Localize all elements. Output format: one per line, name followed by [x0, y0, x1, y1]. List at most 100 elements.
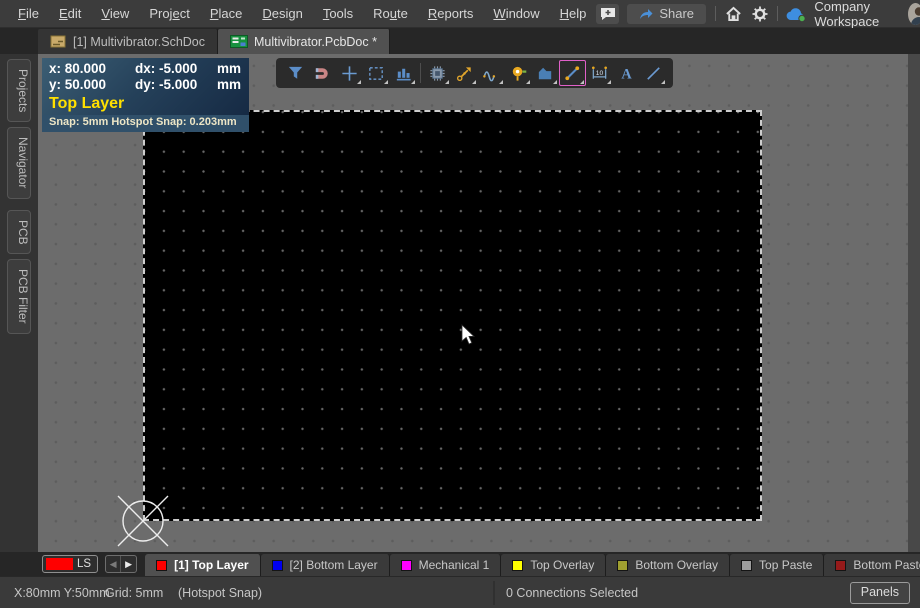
menu-tools[interactable]: Tools	[313, 1, 363, 26]
menu-route[interactable]: Route	[363, 1, 418, 26]
hud-snap-info: Snap: 5mm Hotspot Snap: 0.203mm	[42, 115, 249, 132]
top-right-controls: Share Company Workspace	[596, 0, 920, 29]
scroll-left-button[interactable]: ◀	[106, 556, 121, 572]
layer-tab-top-layer[interactable]: [1] Top Layer	[145, 554, 260, 576]
status-bar: X:80mm Y:50mm Grid: 5mm (Hotspot Snap) 0…	[0, 576, 920, 608]
heads-up-display: x: 80.000 dx: -5.000 mm y: 50.000 dy: -5…	[42, 58, 249, 132]
tool-route-differential-button[interactable]	[478, 60, 505, 86]
layer-tab-mechanical-1[interactable]: Mechanical 1	[390, 554, 502, 576]
avatar-photo	[908, 3, 920, 25]
tab-schdoc[interactable]: [1] Multivibrator.SchDoc	[38, 29, 218, 54]
layer-tab-bottom-paste[interactable]: Bottom Paste	[824, 554, 920, 576]
menu-help[interactable]: Help	[550, 1, 597, 26]
magnet-icon	[313, 64, 332, 83]
tab-pcbdoc[interactable]: Multivibrator.PcbDoc *	[218, 29, 390, 54]
user-avatar[interactable]	[908, 3, 920, 25]
tab-pcbdoc-label: Multivibrator.PcbDoc *	[254, 35, 377, 49]
status-grid: Grid: 5mm	[105, 586, 163, 600]
share-label: Share	[659, 6, 694, 21]
layer-tab-top-paste[interactable]: Top Paste	[730, 554, 824, 576]
dropdown-indicator	[553, 80, 557, 84]
layer-color-swatch	[741, 560, 752, 571]
layer-tab-label: Top Paste	[759, 558, 812, 572]
hud-dy-value: dy: -5.000	[135, 77, 217, 93]
document-tab-strip: [1] Multivibrator.SchDoc Multivibrator.P…	[0, 28, 920, 54]
layer-set-label: LS	[77, 558, 94, 570]
cloud-icon	[786, 6, 807, 22]
workspace-cloud-button[interactable]	[786, 6, 807, 22]
divider	[715, 6, 716, 21]
menu-design[interactable]: Design	[252, 1, 312, 26]
dropdown-indicator	[580, 80, 584, 84]
menu-bar: File Edit View Project Place Design Tool…	[0, 0, 920, 28]
tool-filter-button[interactable]	[282, 60, 309, 86]
sidebar-item-pcb[interactable]: PCB	[7, 210, 31, 255]
tool-move-button[interactable]	[336, 60, 363, 86]
layer-tab-bottom-overlay[interactable]: Bottom Overlay	[606, 554, 730, 576]
tool-align-button[interactable]	[390, 60, 417, 86]
layer-tab-label: Top Overlay	[530, 558, 594, 572]
menu-view[interactable]: View	[91, 1, 139, 26]
tool-place-via-button[interactable]	[505, 60, 532, 86]
layer-tab-bar: LS ◀ ▶ [1] Top Layer [2] Bottom Layer Me…	[0, 552, 920, 576]
board-area[interactable]	[143, 110, 762, 521]
settings-button[interactable]	[752, 6, 768, 22]
layer-set-selector[interactable]: LS	[42, 555, 98, 573]
home-button[interactable]	[725, 6, 742, 22]
hud-y-unit: mm	[217, 77, 241, 93]
layer-tab-label: Bottom Paste	[853, 558, 920, 572]
panels-button[interactable]: Panels	[850, 582, 910, 604]
panel-tab-strip: Projects Navigator PCB PCB Filter	[0, 54, 38, 552]
toolbar-divider	[420, 63, 421, 83]
tool-select-area-button[interactable]	[363, 60, 390, 86]
comment-button[interactable]	[596, 4, 619, 24]
tool-place-dimension-button[interactable]: 10	[586, 60, 613, 86]
tool-interactive-route-button[interactable]	[451, 60, 478, 86]
status-cursor-coords: X:80mm Y:50mm	[14, 586, 110, 600]
text-string-icon: A	[617, 64, 636, 83]
tool-place-track-button[interactable]	[559, 60, 586, 86]
status-divider	[493, 581, 495, 605]
layer-tab-label: [1] Top Layer	[174, 558, 248, 572]
dropdown-indicator	[661, 80, 665, 84]
sidebar-item-projects[interactable]: Projects	[7, 59, 31, 122]
schematic-doc-icon	[50, 34, 67, 49]
sidebar-item-navigator[interactable]: Navigator	[7, 127, 31, 198]
pcb-canvas[interactable]: x: 80.000 dx: -5.000 mm y: 50.000 dy: -5…	[38, 54, 908, 552]
dropdown-indicator	[384, 80, 388, 84]
layer-color-swatch	[835, 560, 846, 571]
menu-reports[interactable]: Reports	[418, 1, 484, 26]
scroll-right-button[interactable]: ▶	[121, 556, 136, 572]
filter-icon	[286, 64, 305, 83]
menu-edit[interactable]: Edit	[49, 1, 91, 26]
home-icon	[725, 6, 742, 22]
menu-project[interactable]: Project	[139, 1, 199, 26]
tool-place-polygon-button[interactable]	[532, 60, 559, 86]
layer-tab-top-overlay[interactable]: Top Overlay	[501, 554, 606, 576]
pcb-doc-icon	[230, 34, 248, 49]
layer-color-swatch	[401, 560, 412, 571]
dropdown-indicator	[411, 80, 415, 84]
mouse-cursor	[461, 324, 477, 346]
tool-place-component-button[interactable]	[424, 60, 451, 86]
board-origin-marker	[111, 489, 175, 553]
tool-place-line-button[interactable]	[640, 60, 667, 86]
sidebar-item-pcb-filter[interactable]: PCB Filter	[7, 259, 31, 334]
menu-place[interactable]: Place	[200, 1, 253, 26]
dropdown-indicator	[499, 80, 503, 84]
dropdown-indicator	[526, 80, 530, 84]
layer-color-swatch	[156, 560, 167, 571]
layer-color-swatch	[272, 560, 283, 571]
layer-tab-bottom-layer[interactable]: [2] Bottom Layer	[261, 554, 390, 576]
active-bar-toolbar: 10 A	[276, 58, 673, 88]
altium-designer-window: { "topbar": { "menu": [ {"label":"File",…	[0, 0, 920, 608]
divider	[777, 6, 778, 21]
workspace-name[interactable]: Company Workspace	[814, 0, 898, 29]
tool-place-string-button[interactable]: A	[613, 60, 640, 86]
hud-y-value: y: 50.000	[49, 77, 135, 93]
layer-set-color-swatch	[46, 558, 73, 570]
menu-file[interactable]: File	[8, 1, 49, 26]
menu-window[interactable]: Window	[483, 1, 549, 26]
share-button[interactable]: Share	[627, 4, 706, 24]
tool-snapping-button[interactable]	[309, 60, 336, 86]
